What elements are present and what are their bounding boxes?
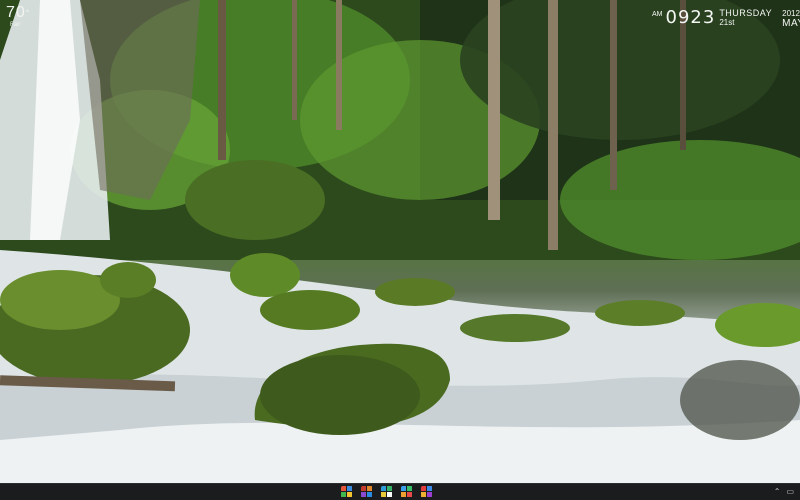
display-icon[interactable]: ▭ [786,487,794,497]
chevron-up-icon[interactable]: ⌃ [774,487,781,497]
grid-app-button-2[interactable] [361,486,373,498]
temperature-value: 70 [6,4,26,21]
grid-app-icon [421,486,433,498]
taskbar-apps [341,486,433,498]
weather-condition: Fair [10,22,21,28]
grid-app-icon [381,486,393,498]
temperature: 70° [6,5,30,21]
clock-ampm: AM [652,11,663,18]
clock-year-block: 2012 MAY [782,9,800,29]
system-tray: ⌃ ▭ [774,487,794,497]
clock-day-block: THURSDAY 21st [719,8,773,28]
degree-symbol: ° [25,8,31,18]
clock-widget: AM 0923 THURSDAY 21st 2012 MAY [652,9,800,29]
clock-weekday: THURSDAY [719,8,773,18]
grid-app-button-3[interactable] [381,486,393,498]
grid-app-icon [401,486,413,498]
grid-app-icon [341,486,353,498]
grid-app-button-1[interactable] [341,486,353,498]
clock-month: MAY [782,18,800,29]
weather-widget: 70° Fair [6,5,30,29]
forest-waterfall-scene [0,0,800,484]
grid-app-button-5[interactable] [421,486,433,498]
clock-time: 0923 [665,7,716,28]
clock-date: 21st [719,18,735,27]
desktop-wallpaper [0,0,800,484]
grid-app-icon [361,486,373,498]
grid-app-button-4[interactable] [401,486,413,498]
taskbar: ⌃ ▭ [0,483,800,500]
